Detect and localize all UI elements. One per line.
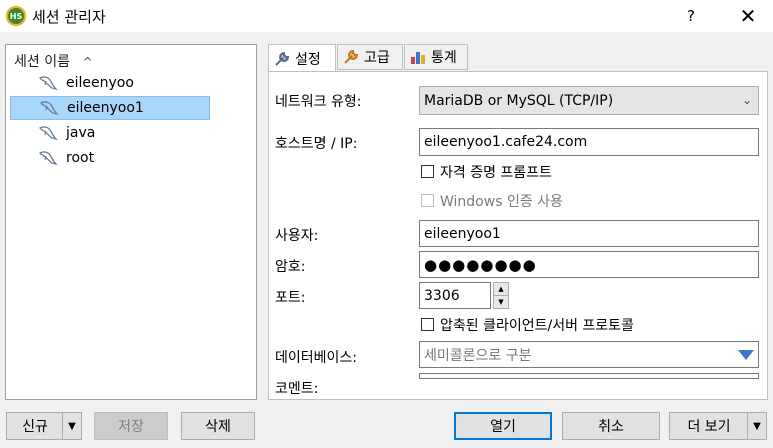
password-input[interactable]: ●●●●●●●● — [419, 251, 759, 278]
tree-item-label: java — [66, 125, 96, 141]
bar-chart-icon — [411, 52, 425, 64]
more-button-label: 더 보기 — [687, 419, 731, 435]
delete-button[interactable]: 삭제 — [181, 412, 255, 440]
compression-checkbox[interactable] — [421, 318, 434, 331]
dolphin-icon — [39, 76, 58, 91]
port-decrement-button[interactable]: ▼ — [493, 295, 509, 309]
delete-button-label: 삭제 — [205, 419, 231, 435]
new-button-label: 신규 — [22, 419, 48, 435]
new-dropdown-icon[interactable]: ▼ — [62, 413, 81, 439]
windows-auth-checkbox[interactable] — [421, 194, 434, 207]
tab-label: 설정 — [295, 51, 321, 68]
windows-auth-label: Windows 인증 사용 — [440, 194, 563, 210]
tab-statistics[interactable]: 통계 — [404, 44, 468, 70]
user-value: eileenyoo1 — [424, 225, 501, 242]
host-value: eileenyoo1.cafe24.com — [424, 134, 588, 150]
user-label: 사용자: — [275, 228, 319, 244]
dolphin-icon — [39, 126, 58, 141]
wrench-icon — [275, 51, 290, 66]
credential-prompt-checkbox[interactable] — [421, 165, 434, 178]
comment-label: 코멘트: — [275, 381, 319, 397]
tab-label: 고급 — [364, 50, 390, 66]
port-increment-button[interactable]: ▲ — [493, 282, 509, 296]
credential-prompt-label: 자격 증명 프롬프트 — [440, 165, 552, 181]
tree-item[interactable]: eileenyoo — [10, 71, 210, 95]
dolphin-icon — [39, 151, 58, 166]
tree-item-label: root — [66, 150, 95, 166]
tree-item-selected[interactable]: eileenyoo1 — [10, 96, 210, 120]
window-title: 세션 관리자 — [32, 8, 106, 26]
comment-input[interactable] — [419, 373, 759, 379]
port-value: 3306 — [424, 287, 460, 304]
network-type-label: 네트워크 유형: — [275, 94, 362, 110]
password-value: ●●●●●●●● — [424, 255, 537, 274]
compression-label: 압축된 클라이언트/서버 프로토콜 — [440, 318, 634, 334]
port-label: 포트: — [275, 290, 306, 306]
title-bar — [0, 0, 773, 32]
tree-header[interactable]: 세션 이름 ^ — [14, 51, 93, 71]
chevron-down-icon: ⌄ — [741, 93, 752, 107]
port-input[interactable]: 3306 — [419, 282, 491, 309]
more-button[interactable]: 더 보기 ▼ — [669, 412, 767, 440]
network-type-value: MariaDB or MySQL (TCP/IP) — [424, 92, 614, 109]
new-button[interactable]: 신규 ▼ — [6, 412, 82, 440]
session-tree[interactable]: 세션 이름 ^ eileenyoo eileenyoo1 java root — [5, 44, 257, 400]
help-button[interactable]: ? — [676, 4, 706, 28]
dropdown-triangle-icon — [738, 350, 754, 360]
app-logo-icon: HS — [6, 6, 26, 26]
tree-item[interactable]: java — [10, 121, 210, 145]
tree-header-label: 세션 이름 — [14, 54, 70, 70]
close-button[interactable]: ✕ — [733, 4, 763, 28]
host-label: 호스트명 / IP: — [275, 136, 358, 152]
cancel-button-label: 취소 — [598, 419, 624, 435]
cancel-button[interactable]: 취소 — [562, 412, 660, 440]
network-type-select[interactable]: MariaDB or MySQL (TCP/IP) ⌄ — [419, 86, 759, 115]
tree-item[interactable]: root — [10, 146, 210, 170]
tab-advanced[interactable]: 고급 — [337, 44, 403, 70]
tree-item-label: eileenyoo — [66, 75, 134, 91]
user-input[interactable]: eileenyoo1 — [419, 220, 759, 247]
database-input[interactable]: 세미콜론으로 구분 — [419, 341, 759, 368]
open-button-label: 열기 — [490, 419, 516, 435]
database-placeholder: 세미콜론으로 구분 — [424, 347, 532, 364]
tab-settings[interactable]: 설정 — [268, 44, 336, 72]
tree-item-label: eileenyoo1 — [67, 100, 144, 116]
save-button-label: 저장 — [118, 419, 144, 435]
more-dropdown-icon[interactable]: ▼ — [747, 413, 766, 439]
tab-label: 통계 — [431, 50, 457, 66]
open-button[interactable]: 열기 — [454, 412, 552, 440]
sort-asc-icon: ^ — [82, 55, 93, 69]
dolphin-icon — [40, 101, 59, 116]
password-label: 암호: — [275, 259, 306, 275]
save-button[interactable]: 저장 — [94, 412, 168, 440]
wrench-orange-icon — [344, 49, 359, 64]
host-input[interactable]: eileenyoo1.cafe24.com — [419, 128, 759, 156]
database-label: 데이터베이스: — [275, 350, 357, 366]
